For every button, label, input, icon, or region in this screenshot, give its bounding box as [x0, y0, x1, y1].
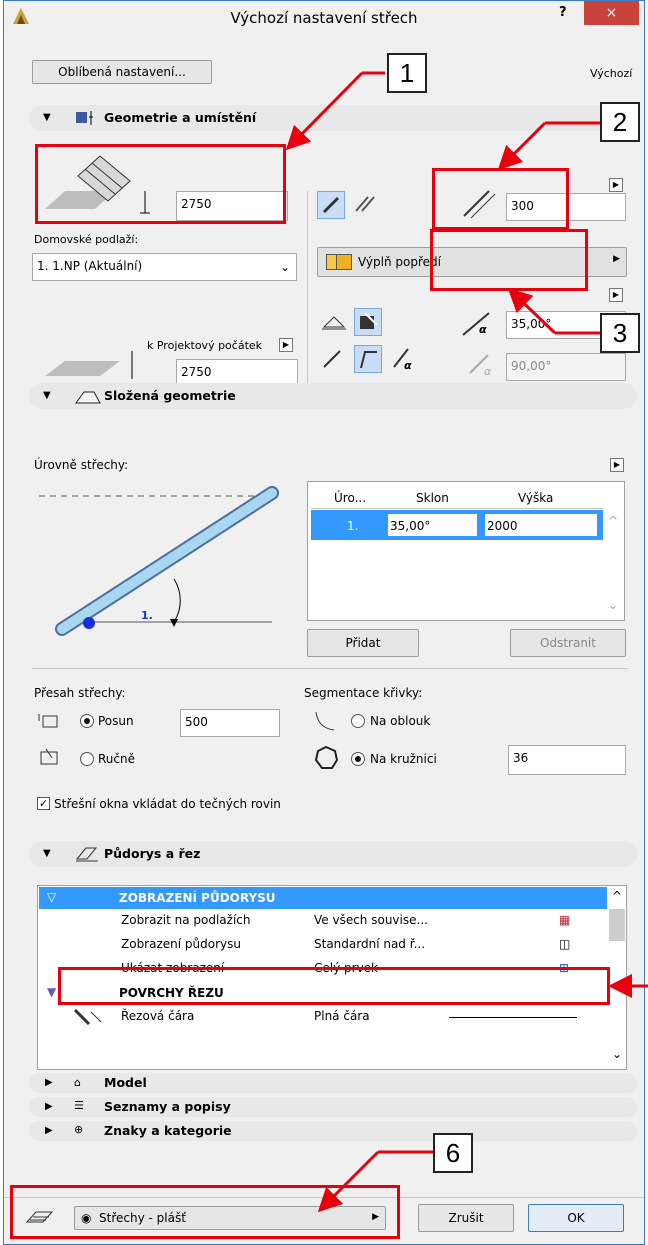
callout-2: 2 — [600, 102, 640, 142]
callout-6: 6 — [433, 1133, 473, 1173]
callout-1-arrow — [285, 71, 364, 151]
callout-1: 1 — [387, 53, 427, 93]
callout-3-arrow — [507, 287, 557, 335]
callout-3: 3 — [600, 313, 640, 353]
highlight-layer-area — [10, 1185, 400, 1239]
highlight-show-projection-row — [58, 967, 610, 1005]
callout-2-arrow — [497, 121, 547, 171]
highlight-height-area — [35, 144, 286, 224]
highlight-thickness-area — [432, 168, 569, 230]
highlight-fill-area — [430, 229, 588, 291]
